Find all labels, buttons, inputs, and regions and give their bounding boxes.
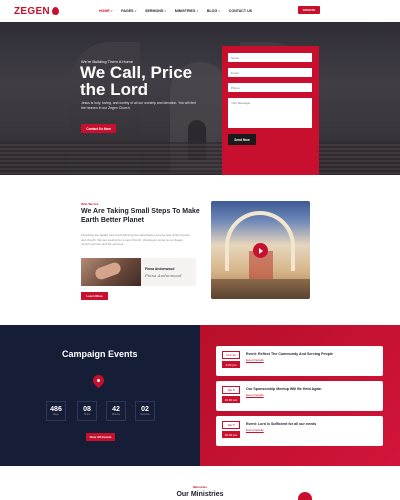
decorative-shape <box>298 492 312 500</box>
pastor-signature: Fiona Andonwood <box>145 273 182 278</box>
hero-overlay <box>0 22 400 175</box>
event-date: Feb 12 <box>222 351 240 359</box>
phone-field[interactable]: Phone <box>228 83 312 92</box>
logo[interactable]: ZEGEN <box>14 6 59 17</box>
chevron-down-icon: ▾ <box>110 9 113 13</box>
pastor-image <box>81 258 141 286</box>
about-title: We Are Taking Small Steps To Make Earth … <box>81 208 200 224</box>
event-card[interactable]: Jan 8 10:00 am Our Sponsorship Meetup Wi… <box>216 381 383 411</box>
nav-item-ministries[interactable]: MINISTRIES ▾ <box>175 9 198 13</box>
countdown-days: 486 Days <box>46 401 66 421</box>
name-field[interactable]: Name <box>228 53 312 62</box>
event-time: 10:00 am <box>222 396 240 403</box>
event-card[interactable]: Jan 5 02:00 pm Event: Lord is Sufficient… <box>216 416 383 446</box>
pastor-card: Fiona Andonwood Fiona Andonwood <box>81 258 196 286</box>
campaign-title: Campaign Events <box>62 349 138 359</box>
chevron-down-icon: ▾ <box>164 9 166 13</box>
chevron-down-icon: ▾ <box>134 9 137 13</box>
countdown-hours: 08 Hours <box>77 401 97 421</box>
site-header: ZEGEN HOME ▾ PAGES ▾ SERMONS ▾ MINISTRIES ▾ … <box>0 0 400 22</box>
view-all-events-button[interactable]: View All Events <box>86 433 115 441</box>
event-card[interactable]: Feb 12 2:00 pm Event: Reflect The Commun… <box>216 346 383 376</box>
donate-button[interactable]: DONATE <box>298 6 320 14</box>
chevron-down-icon: ▾ <box>218 9 220 13</box>
logo-text: ZEGEN <box>14 5 50 17</box>
section-kicker: Who We Are <box>81 202 99 206</box>
message-field[interactable]: Your Message <box>228 98 312 128</box>
email-field[interactable]: Email <box>228 68 312 77</box>
hero-description: Jesus is holy, loving, and worthy of all… <box>81 101 196 110</box>
hero-section <box>0 22 400 175</box>
main-nav: HOME ▾ PAGES ▾ SERMONS ▾ MINISTRIES ▾ BLOG ▾ … <box>99 9 252 13</box>
pastor-name: Fiona Andonwood <box>145 267 175 271</box>
event-date: Jan 8 <box>222 386 240 394</box>
nav-item-sermons[interactable]: SERMONS ▾ <box>145 9 166 13</box>
event-title[interactable]: Event: Reflect The Community And Serving… <box>246 352 333 356</box>
about-section <box>0 175 400 325</box>
event-time: 02:00 pm <box>222 431 240 438</box>
event-date: Jan 5 <box>222 421 240 429</box>
hero-title: We Call, Price the Lord <box>80 63 193 99</box>
campaign-panel <box>0 325 200 466</box>
event-title[interactable]: Our Sponsorship Meetup Will Be Held Agai… <box>246 387 322 391</box>
event-details-link[interactable]: Event Details <box>246 393 264 397</box>
event-details-link[interactable]: Event Details <box>246 358 264 362</box>
contact-us-button[interactable]: Contact Us Now <box>81 124 116 133</box>
send-button[interactable]: Send Now <box>228 134 256 145</box>
nav-item-blog[interactable]: BLOG ▾ <box>207 9 220 13</box>
about-text: Financing the health care and financing … <box>81 233 190 247</box>
nav-item-home[interactable]: HOME ▾ <box>99 9 112 13</box>
event-details-link[interactable]: Event Details <box>246 428 264 432</box>
ministries-title: Our Ministries <box>176 491 224 498</box>
countdown-minutes: 42 Minutes <box>106 401 126 421</box>
drop-icon <box>51 7 59 15</box>
nav-item-contact[interactable]: CONTACT US <box>229 9 252 13</box>
chevron-down-icon: ▾ <box>196 9 198 13</box>
event-title[interactable]: Event: Lord is Sufficient for all our ne… <box>246 422 316 426</box>
event-time: 2:00 pm <box>222 361 240 368</box>
nav-item-pages[interactable]: PAGES ▾ <box>121 9 136 13</box>
contact-form: Name Email Phone Your Message Send Now <box>222 46 319 175</box>
learn-more-button[interactable]: Learn More <box>81 292 108 300</box>
countdown-seconds: 02 Seconds <box>135 401 155 421</box>
play-video-button[interactable] <box>253 243 268 258</box>
section-kicker: Ministries <box>192 485 207 489</box>
play-icon <box>259 247 263 254</box>
